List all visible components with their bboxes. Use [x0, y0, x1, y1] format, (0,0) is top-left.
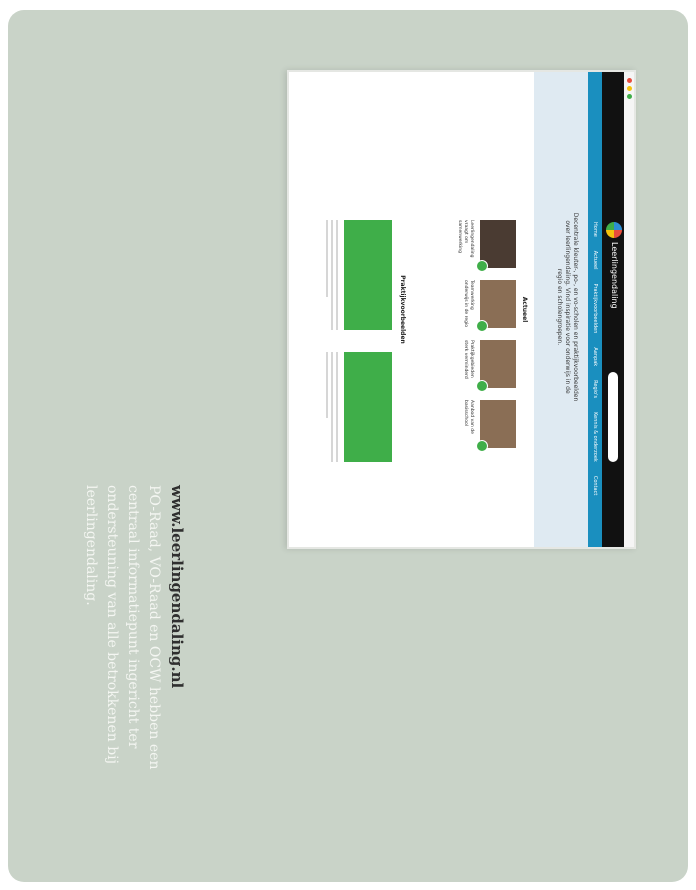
news-thumbnails — [476, 220, 516, 452]
nav-item-regios[interactable]: Regio's — [592, 380, 598, 398]
rotated-stage: Leerlingendaling Home Actueel Praktijkvo… — [0, 0, 696, 890]
browser-bar — [623, 72, 634, 547]
minimize-dot-icon — [627, 86, 632, 91]
nav-item-home[interactable]: Home — [592, 222, 598, 237]
news-caption[interactable]: Leerlingendaling vraagt om samenwerking — [456, 220, 474, 268]
main-nav: Home Actueel Praktijkvoorbeelden Aanpak … — [588, 72, 602, 547]
news-caption[interactable]: Aanbod van de basisschool — [456, 400, 474, 448]
news-captions: Leerlingendaling vraagt om samenwerking … — [456, 220, 474, 448]
news-thumbnail[interactable] — [476, 280, 516, 332]
site-tagline: Decentrale kleuter-, po-, en vo-scholen … — [556, 212, 579, 402]
nav-item-aanpak[interactable]: Aanpak — [592, 347, 598, 366]
site-header: Leerlingendaling — [602, 72, 624, 547]
caption: www.leerlingendaling.nl PO-Raad, VO-Raad… — [80, 485, 186, 825]
praktijk-text-placeholder — [323, 220, 338, 330]
maximize-dot-icon — [627, 94, 632, 99]
news-caption[interactable]: Teamwerking onderwijs in de regio — [456, 280, 474, 328]
site-logo-icon — [606, 222, 622, 238]
nav-item-praktijk[interactable]: Praktijkvoorbeelden — [592, 284, 598, 334]
nav-item-contact[interactable]: Contact — [592, 476, 598, 495]
nav-item-actueel[interactable]: Actueel — [592, 251, 598, 270]
praktijk-tile[interactable] — [344, 352, 392, 462]
news-caption[interactable]: Praktijkgebieden sterk verminderd — [456, 340, 474, 388]
praktijk-text-placeholder — [323, 352, 338, 462]
nav-item-kennis[interactable]: Kennis & onderzoek — [592, 412, 598, 462]
section-title-actueel: Actueel — [521, 296, 528, 323]
close-dot-icon — [627, 78, 632, 83]
section-title-praktijk: Praktijkvoorbeelden — [399, 275, 406, 344]
site-logo-text: Leerlingendaling — [610, 242, 619, 309]
caption-url[interactable]: www.leerlingendaling.nl — [168, 485, 186, 825]
praktijk-tile[interactable] — [344, 220, 392, 330]
news-thumbnail[interactable] — [476, 340, 516, 392]
search-input[interactable] — [608, 372, 618, 462]
caption-text: PO-Raad, VO-Raad en OCW hebben een centr… — [83, 485, 162, 770]
monitor-screen: Leerlingendaling Home Actueel Praktijkvo… — [287, 70, 636, 549]
news-thumbnail[interactable] — [476, 220, 516, 272]
news-thumbnail[interactable] — [476, 400, 516, 452]
